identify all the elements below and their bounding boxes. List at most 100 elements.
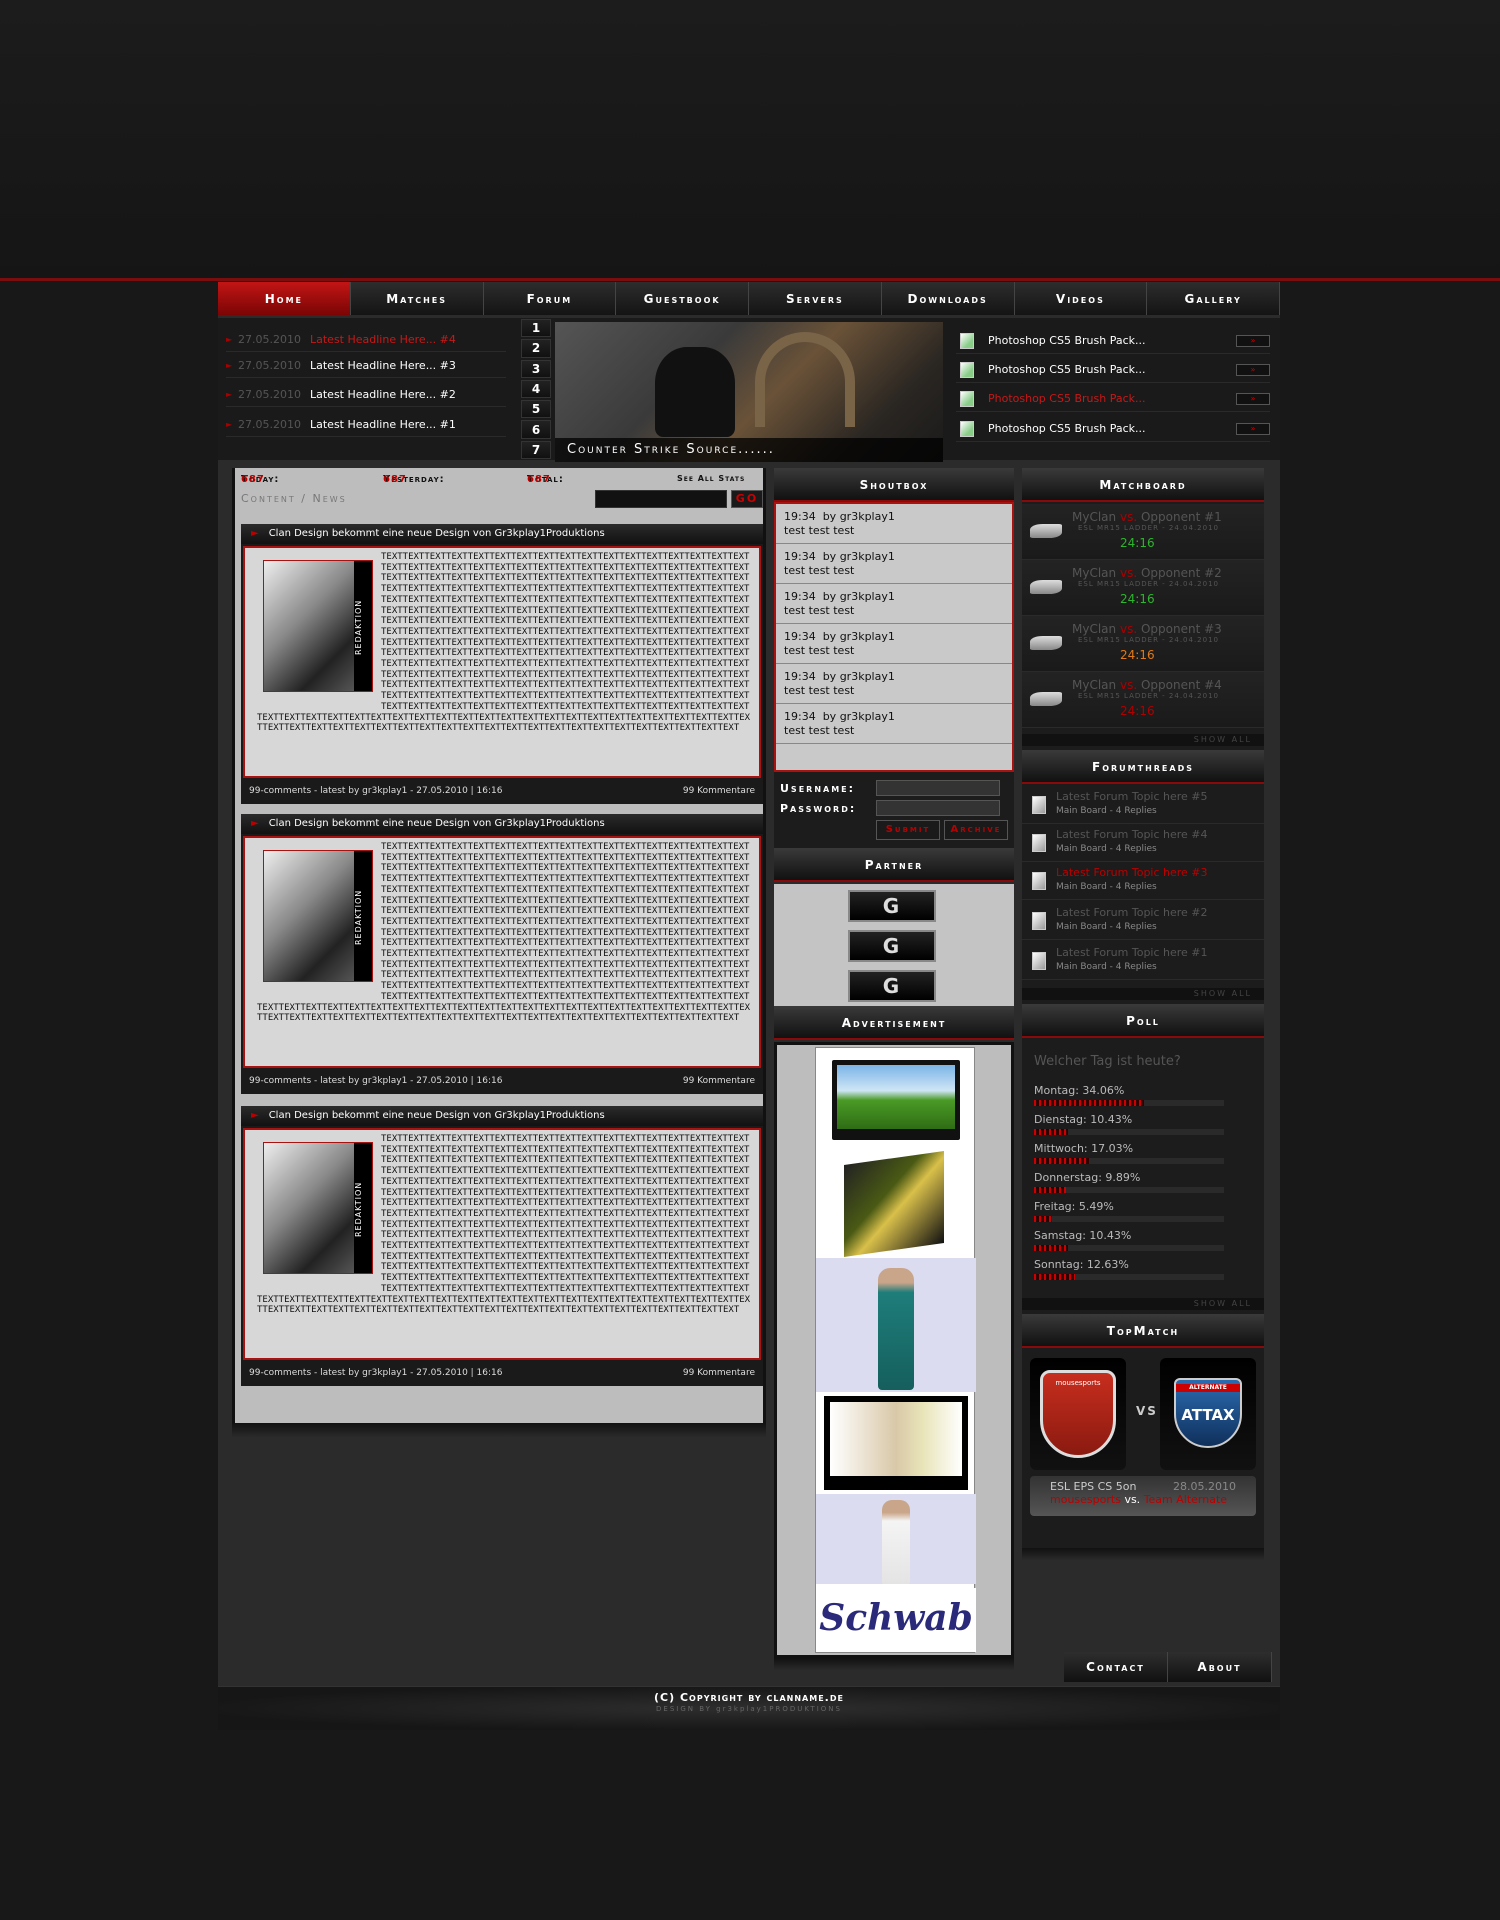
team1-logo[interactable]: mousesports [1030,1358,1126,1470]
nav-videos[interactable]: Videos [1015,282,1148,315]
thread-meta: Main Board - 4 Replies [1056,844,1157,854]
download-item[interactable]: Photoshop CS5 Brush Pack... » [956,328,1270,354]
forum-thread[interactable]: Latest Forum Topic here #2 Main Board - 4… [1022,902,1264,940]
forum-thread[interactable]: Latest Forum Topic here #1 Main Board - 4… [1022,942,1264,980]
headline-item[interactable]: ► 27.05.2010 Latest Headline Here... #3 [226,354,506,378]
slider-page-2[interactable]: 2 [521,339,551,358]
slider-banner[interactable]: Counter Strike Source...... [555,322,943,462]
download-item[interactable]: Photoshop CS5 Brush Pack... » [956,357,1270,383]
thread-title[interactable]: Latest Forum Topic here #4 [1056,828,1208,841]
archive-button[interactable]: Archive [944,820,1008,840]
download-arrow-button[interactable]: » [1236,363,1270,376]
news-title[interactable]: Clan Design bekommt eine neue Design von… [269,528,605,539]
poll-bar-fill [1034,1100,1145,1106]
contact-link[interactable]: Contact [1064,1652,1168,1682]
news-column-footer [232,1423,766,1437]
nav-gallery[interactable]: Gallery [1147,282,1280,315]
nav-guestbook[interactable]: Guestbook [616,282,749,315]
headline-title[interactable]: Latest Headline Here... #4 [310,333,456,346]
match-row[interactable]: MyClan vs. Opponent #1 ESL MR15 LADDER -… [1022,504,1264,560]
download-item[interactable]: Photoshop CS5 Brush Pack... » [956,386,1270,412]
headline-title[interactable]: Latest Headline Here... #3 [310,359,456,372]
download-item[interactable]: Photoshop CS5 Brush Pack... » [956,416,1270,442]
download-arrow-button[interactable]: » [1236,422,1270,435]
poll-option[interactable]: Samstag: 10.43% [1034,1229,1224,1251]
topmatch-team2-link[interactable]: Team Alternate [1144,1493,1227,1506]
about-link[interactable]: About [1168,1652,1272,1682]
match-row[interactable]: MyClan vs. Opponent #3 ESL MR15 LADDER -… [1022,616,1264,672]
poll-option[interactable]: Mittwoch: 17.03% [1034,1142,1224,1164]
partner-logo[interactable]: G [848,970,936,1002]
headline-title[interactable]: Latest Headline Here... #2 [310,388,456,401]
slider-page-6[interactable]: 6 [521,420,551,439]
matchboard-show-all[interactable]: SHOW ALL [1022,734,1264,746]
nav-servers[interactable]: Servers [749,282,882,315]
search-go-button[interactable]: GO [731,490,763,508]
news-title[interactable]: Clan Design bekommt eine neue Design von… [269,1110,605,1121]
arrow-icon: ► [226,390,233,399]
nav-downloads[interactable]: Downloads [882,282,1015,315]
comments-link[interactable]: 99 Kommentare [683,780,755,802]
stat-yesterday-value: 687 [383,474,407,485]
headline-title[interactable]: Latest Headline Here... #1 [310,418,456,431]
topmatch-info[interactable]: ESL EPS CS 5on 28.05.2010 mousesports vs.… [1030,1476,1256,1516]
headline-item[interactable]: ► 27.05.2010 Latest Headline Here... #1 [226,413,506,437]
news-title-bar[interactable]: ► Clan Design bekommt eine neue Design vo… [241,1106,763,1126]
nav-home[interactable]: Home [218,282,351,315]
topmatch-team1-link[interactable]: mousesports [1050,1493,1121,1506]
thread-title[interactable]: Latest Forum Topic here #5 [1056,790,1208,803]
news-title-bar[interactable]: ► Clan Design bekommt eine neue Design vo… [241,814,763,834]
news-image: REDAKTION [263,1142,373,1274]
see-all-stats-link[interactable]: See All Stats [677,474,745,483]
comments-link[interactable]: 99 Kommentare [683,1362,755,1384]
middle-column-footer [774,1658,1014,1670]
forum-thread[interactable]: Latest Forum Topic here #4 Main Board - 4… [1022,824,1264,862]
thread-title[interactable]: Latest Forum Topic here #1 [1056,946,1208,959]
forum-show-all[interactable]: SHOW ALL [1022,988,1264,1000]
news-title-bar[interactable]: ► Clan Design bekommt eine neue Design vo… [241,524,763,544]
thread-title[interactable]: Latest Forum Topic here #3 [1056,866,1208,879]
thread-meta: Main Board - 4 Replies [1056,882,1157,892]
headline-item[interactable]: ► 27.05.2010 Latest Headline Here... #2 [226,383,506,407]
slider-page-1[interactable]: 1 [521,319,551,338]
forum-thread[interactable]: Latest Forum Topic here #3 Main Board - 4… [1022,862,1264,900]
slider-page-3[interactable]: 3 [521,359,551,378]
download-title[interactable]: Photoshop CS5 Brush Pack... [988,422,1236,435]
search-input[interactable] [595,490,727,508]
nav-forum[interactable]: Forum [484,282,617,315]
poll-option[interactable]: Donnerstag: 9.89% [1034,1171,1224,1193]
download-title[interactable]: Photoshop CS5 Brush Pack... [988,392,1236,405]
forum-thread[interactable]: Latest Forum Topic here #5 Main Board - 4… [1022,786,1264,824]
download-title[interactable]: Photoshop CS5 Brush Pack... [988,363,1236,376]
match-row[interactable]: MyClan vs. Opponent #2 ESL MR15 LADDER -… [1022,560,1264,616]
headline-item[interactable]: ► 27.05.2010 Latest Headline Here... #4 [226,328,506,352]
poll-show-all[interactable]: SHOW ALL [1022,1298,1264,1310]
shout-message: test test test [784,604,855,617]
download-arrow-button[interactable]: » [1236,334,1270,347]
download-title[interactable]: Photoshop CS5 Brush Pack... [988,334,1236,347]
download-arrow-button[interactable]: » [1236,392,1270,405]
comments-link[interactable]: 99 Kommentare [683,1070,755,1092]
slider-page-5[interactable]: 5 [521,400,551,419]
advertisement-banner[interactable]: Schwab [815,1047,976,1653]
poll-option[interactable]: Dienstag: 10.43% [1034,1113,1224,1135]
match-opponent: Opponent #1 [1140,510,1222,524]
password-field[interactable] [876,800,1000,816]
thread-title[interactable]: Latest Forum Topic here #2 [1056,906,1208,919]
username-field[interactable] [876,780,1000,796]
news-title[interactable]: Clan Design bekommt eine neue Design von… [269,818,605,829]
nav-matches[interactable]: Matches [351,282,484,315]
poll-option[interactable]: Montag: 34.06% [1034,1084,1224,1106]
topmatch-header: TopMatch [1022,1314,1264,1348]
team2-logo[interactable]: ALTERNATE ATTAX [1160,1358,1256,1470]
match-row[interactable]: MyClan vs. Opponent #4 ESL MR15 LADDER -… [1022,672,1264,728]
partner-logo[interactable]: G [848,890,936,922]
slider-page-4[interactable]: 4 [521,379,551,399]
shout-time: 19:34 [784,510,816,523]
poll-option[interactable]: Sonntag: 12.63% [1034,1258,1224,1280]
partner-logo[interactable]: G [848,930,936,962]
slider-page-7[interactable]: 7 [521,440,551,459]
arrow-icon: ► [226,335,233,344]
poll-option[interactable]: Freitag: 5.49% [1034,1200,1224,1222]
submit-button[interactable]: Submit [876,820,940,840]
